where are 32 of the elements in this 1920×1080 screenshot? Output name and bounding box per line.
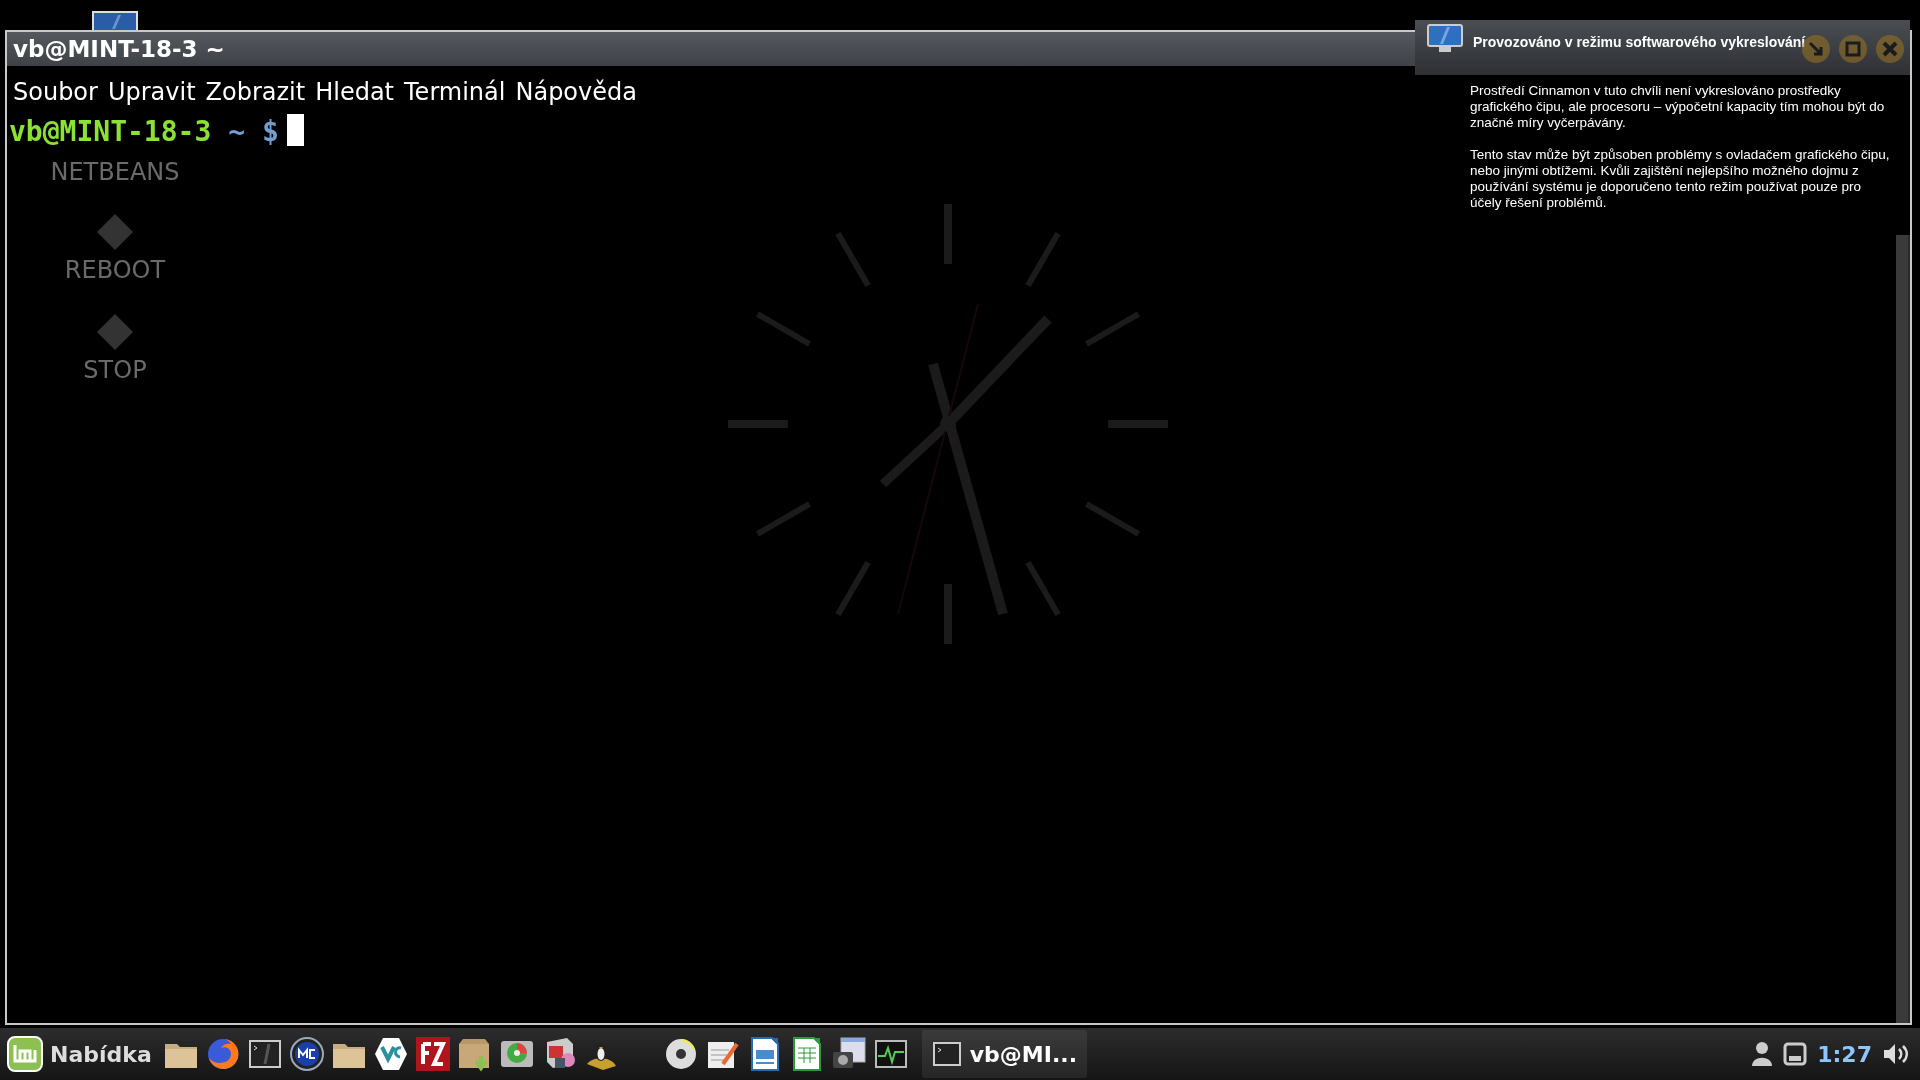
leaf-logo-icon [6, 1035, 44, 1073]
ring-icon[interactable] [288, 1036, 325, 1072]
menu-item[interactable]: Nápověda [515, 74, 637, 110]
notification-title: Provozováno v režimu softwarového vykreslování [1473, 33, 1806, 52]
menu-item[interactable]: Upravit [107, 74, 196, 110]
user-icon[interactable] [1751, 1041, 1774, 1067]
close-icon [1882, 41, 1898, 57]
window-icon[interactable] [1783, 1042, 1808, 1066]
menu-item[interactable]: Soubor [13, 74, 98, 110]
menu-item[interactable]: Hledat [315, 74, 395, 110]
menu-item[interactable]: Terminál [404, 74, 506, 110]
window-title: vb@MINT-18-3 ~ [13, 34, 225, 64]
zigzag-icon[interactable] [414, 1036, 451, 1072]
window-button[interactable]: vb@MI... [921, 1030, 1088, 1078]
menu-button[interactable]: Nabídka [4, 1035, 160, 1073]
monitor-icon [1427, 24, 1463, 54]
desktop-icon-label[interactable]: NETBEANS [50, 158, 180, 186]
prompt-path: ~ [228, 115, 245, 148]
clock-text[interactable]: 1:27 [1817, 1037, 1872, 1071]
maximize-icon [1845, 41, 1861, 57]
notification-text: Prostředí Cinnamon v tuto chvíli není vykreslováno prostředky grafického čipu, ale procesoru – výpočetní kapacity tím mohou být do značné míry vyčerpávány. [1470, 83, 1886, 131]
prompt-host: vb@MINT-18-3 [9, 115, 212, 148]
menu-item[interactable]: Zobrazit [205, 74, 306, 110]
monitor-icon [92, 10, 138, 31]
terminal-icon [931, 1041, 962, 1067]
notification-text: Tento stav může být způsoben problémy s ovladačem grafického čipu, nebo jinými obtížemi. Kvůli zajištění nejlepšího možného dojmu z používání systému je doporučeno tento režim používat pouze pro účely řešení problémů. [1470, 147, 1890, 211]
text-cursor [286, 114, 304, 146]
prompt-symbol: $ [261, 115, 279, 148]
minimize-icon [1808, 41, 1824, 57]
desktop-icon-label[interactable]: STOP [83, 356, 147, 384]
desktop-icon-label[interactable]: REBOOT [64, 256, 166, 284]
hexagon-icon[interactable] [372, 1036, 409, 1072]
